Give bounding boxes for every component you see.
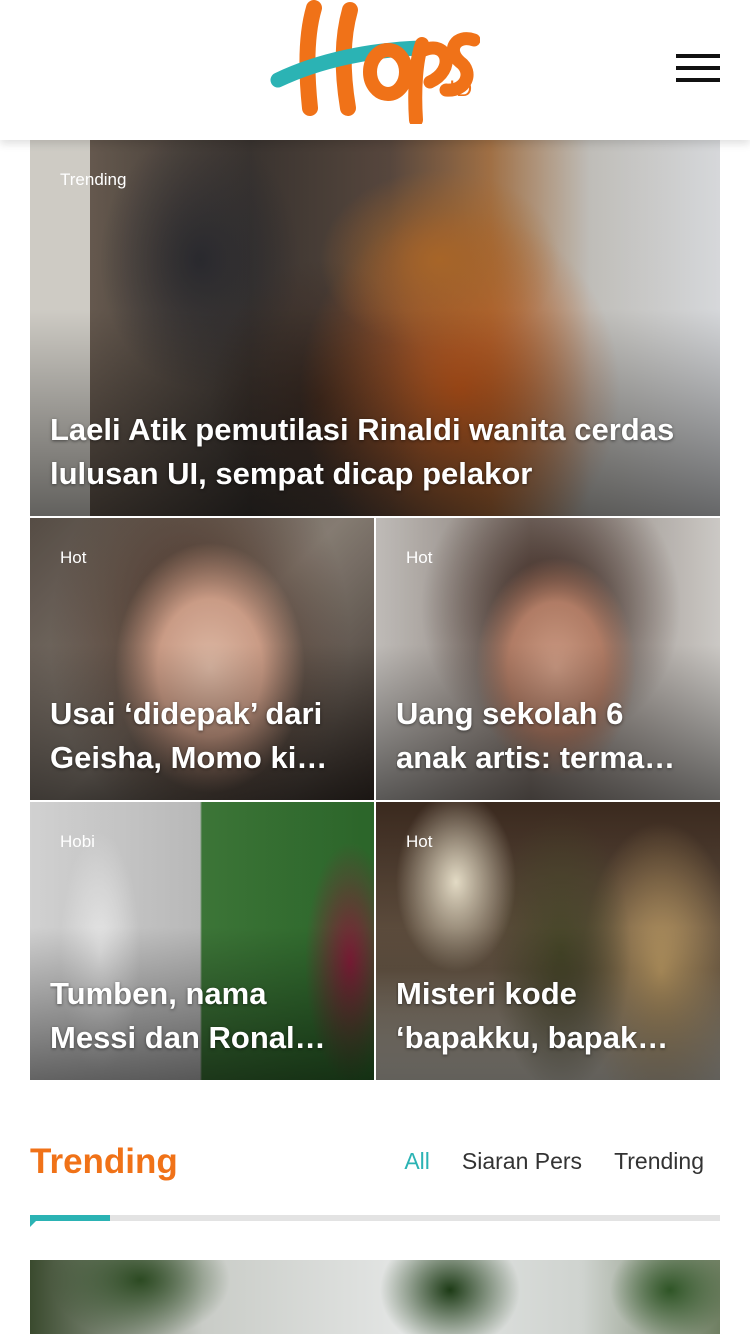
tab-all[interactable]: All (404, 1148, 430, 1175)
category-label[interactable]: Hot (406, 548, 432, 568)
article-title[interactable]: Misteri kode ‘bapakku, bapak… (396, 972, 698, 1060)
site-header: .ID (0, 0, 750, 140)
trending-section-header: Trending All Siaran Pers Trending (30, 1138, 720, 1188)
article-card[interactable]: Hot Misteri kode ‘bapakku, bapak… (376, 802, 720, 1080)
trending-article-image (30, 1260, 720, 1334)
category-label[interactable]: Hot (406, 832, 432, 852)
tab-trending[interactable]: Trending (614, 1148, 704, 1175)
article-title[interactable]: Tumben, nama Messi dan Ronal… (50, 972, 352, 1060)
tab-siaran-pers[interactable]: Siaran Pers (462, 1148, 582, 1175)
category-label[interactable]: Trending (60, 170, 126, 190)
article-card[interactable]: Hot Usai ‘didepak’ dari Geisha, Momo ki… (30, 518, 374, 800)
article-title[interactable]: Usai ‘didepak’ dari Geisha, Momo ki… (50, 692, 352, 780)
hamburger-menu-button[interactable] (672, 50, 724, 90)
menu-line-icon (676, 78, 720, 82)
menu-line-icon (676, 66, 720, 70)
trending-article-card[interactable] (30, 1260, 720, 1334)
section-divider-notch (30, 1221, 36, 1227)
section-divider-accent (30, 1215, 110, 1221)
category-label[interactable]: Hobi (60, 832, 95, 852)
hops-logo[interactable] (270, 0, 480, 124)
article-title[interactable]: Laeli Atik pemutilasi Rinaldi wanita cer… (50, 408, 698, 496)
category-label[interactable]: Hot (60, 548, 86, 568)
menu-line-icon (676, 54, 720, 58)
featured-article-card[interactable]: Trending Laeli Atik pemutilasi Rinaldi w… (30, 140, 720, 516)
article-card[interactable]: Hot Uang sekolah 6 anak artis: terma… (376, 518, 720, 800)
article-title[interactable]: Uang sekolah 6 anak artis: terma… (396, 692, 698, 780)
section-title: Trending (30, 1142, 178, 1181)
logo-suffix: .ID (442, 76, 474, 101)
article-card[interactable]: Hobi Tumben, nama Messi dan Ronal… (30, 802, 374, 1080)
section-divider (30, 1215, 720, 1227)
section-tabs: All Siaran Pers Trending (404, 1148, 704, 1175)
